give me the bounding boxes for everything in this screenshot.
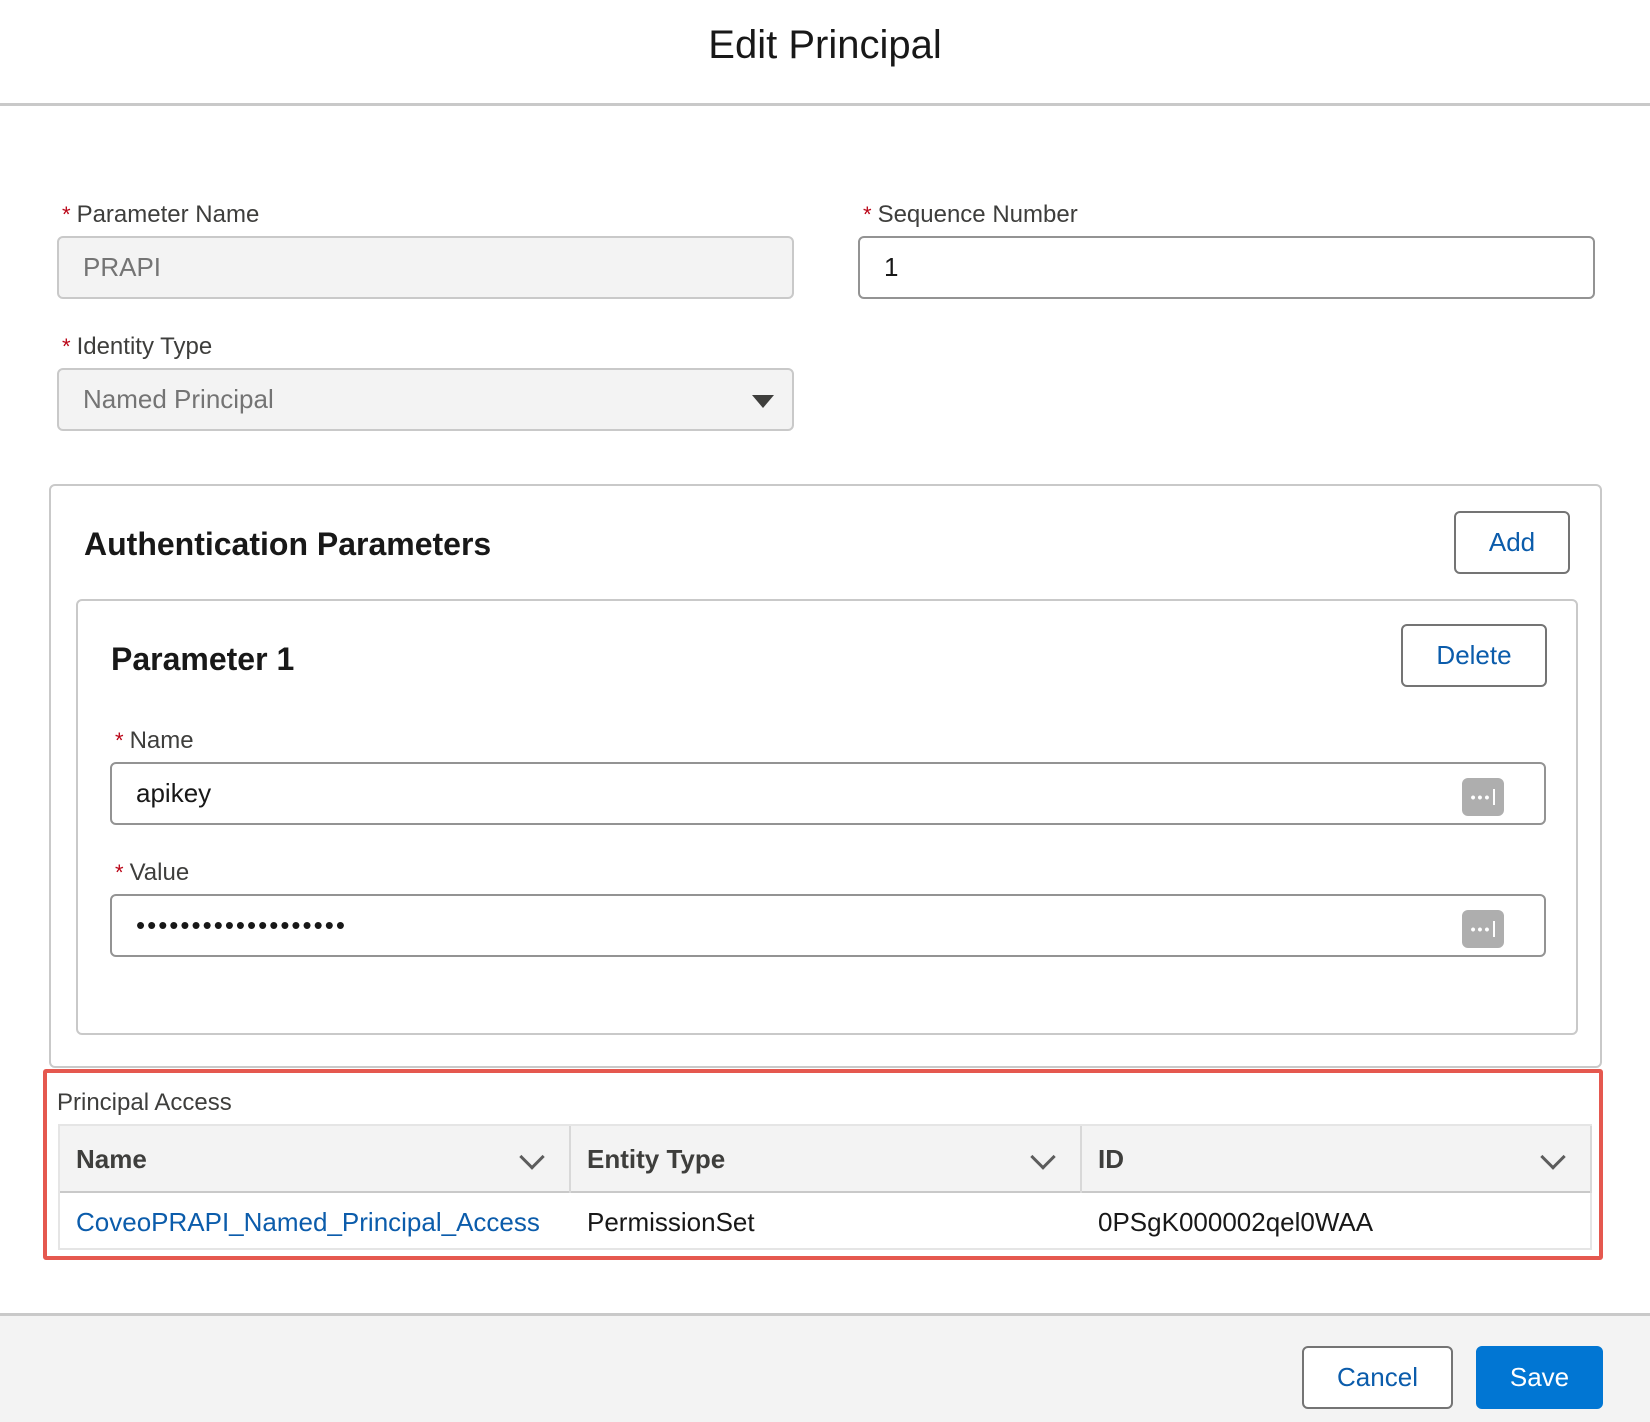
row-entity-type: PermissionSet bbox=[587, 1207, 755, 1237]
parameter-name-label: * Parameter Name bbox=[62, 201, 260, 228]
authentication-parameters-title: Authentication Parameters bbox=[84, 526, 492, 562]
identity-type-select: Named Principal bbox=[57, 368, 794, 431]
param-name-label: * Name bbox=[115, 727, 194, 754]
required-asterisk: * bbox=[115, 860, 124, 885]
save-button[interactable]: Save bbox=[1476, 1346, 1603, 1409]
chevron-down-icon[interactable] bbox=[1030, 1144, 1056, 1170]
required-asterisk: * bbox=[863, 202, 872, 227]
table-header: Name Entity Type ID bbox=[60, 1126, 1592, 1193]
row-name-link[interactable]: CoveoPRAPI_Named_Principal_Access bbox=[60, 1195, 571, 1250]
principal-access-section: Principal Access Name Entity Type ID Cov… bbox=[43, 1069, 1603, 1260]
principal-access-table: Name Entity Type ID CoveoPRAPI_Named_Pri… bbox=[58, 1124, 1592, 1250]
chevron-down-icon[interactable] bbox=[1540, 1144, 1566, 1170]
authentication-parameters-card: Authentication Parameters Add Parameter … bbox=[49, 484, 1602, 1068]
row-id: 0PSgK000002qel0WAA bbox=[1098, 1207, 1374, 1237]
modal-title: Edit Principal bbox=[708, 23, 942, 67]
password-manager-icon[interactable]: ••• bbox=[1462, 910, 1504, 948]
add-button[interactable]: Add bbox=[1454, 511, 1570, 574]
modal-header: Edit Principal bbox=[0, 0, 1650, 106]
edit-principal-modal: Edit Principal * Parameter Name PRAPI * … bbox=[0, 0, 1650, 1422]
sequence-number-input[interactable]: 1 bbox=[858, 236, 1595, 299]
chevron-down-icon[interactable] bbox=[519, 1144, 545, 1170]
identity-type-label: * Identity Type bbox=[62, 333, 213, 360]
param-value-label: * Value bbox=[115, 859, 190, 886]
required-asterisk: * bbox=[115, 728, 124, 753]
parameter-name-input: PRAPI bbox=[57, 236, 794, 299]
required-asterisk: * bbox=[62, 202, 71, 227]
column-header-name[interactable]: Name bbox=[60, 1126, 571, 1193]
param-name-input[interactable]: apikey ••• bbox=[110, 762, 1546, 825]
parameter-title: Parameter 1 bbox=[111, 641, 295, 677]
sequence-number-label: * Sequence Number bbox=[863, 201, 1078, 228]
parameter-card: Parameter 1 Delete * Name apikey ••• * V… bbox=[76, 599, 1578, 1035]
column-header-id[interactable]: ID bbox=[1082, 1126, 1592, 1193]
cancel-button[interactable]: Cancel bbox=[1302, 1346, 1453, 1409]
required-asterisk: * bbox=[62, 334, 71, 359]
modal-footer: Cancel Save bbox=[0, 1313, 1650, 1422]
delete-button[interactable]: Delete bbox=[1401, 624, 1547, 687]
param-value-input[interactable]: ••••••••••••••••••• ••• bbox=[110, 894, 1546, 957]
password-manager-icon[interactable]: ••• bbox=[1462, 778, 1504, 816]
column-header-entity-type[interactable]: Entity Type bbox=[571, 1126, 1082, 1193]
caret-down-icon bbox=[752, 395, 774, 408]
principal-access-label: Principal Access bbox=[57, 1089, 232, 1116]
